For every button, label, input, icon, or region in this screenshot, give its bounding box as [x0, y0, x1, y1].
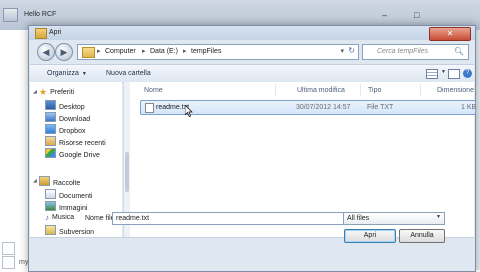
- breadcrumb-separator[interactable]: ▸: [183, 47, 187, 55]
- preview-pane-icon[interactable]: [448, 69, 460, 79]
- help-icon[interactable]: ?: [463, 69, 472, 78]
- command-toolbar: Organizza ▼ Nuova cartella ▼ ?: [30, 64, 474, 83]
- file-modified: 30/07/2012 14:57: [296, 104, 351, 111]
- maximize-button[interactable]: □: [414, 10, 419, 20]
- search-icon[interactable]: 🔍︎: [454, 47, 464, 56]
- dialog-titlebar[interactable]: Apri ✕: [29, 26, 475, 41]
- libraries-icon: [39, 176, 50, 186]
- breadcrumb-data-drive[interactable]: Data (E:): [150, 48, 178, 55]
- column-divider[interactable]: [420, 84, 421, 96]
- dropbox-icon: [45, 124, 56, 134]
- search-input[interactable]: Cerca tempFiles: [377, 48, 428, 55]
- app-icon: [3, 8, 18, 22]
- documents-icon: [45, 189, 56, 199]
- background-file-icon: [2, 242, 15, 255]
- column-divider[interactable]: [360, 84, 361, 96]
- expand-icon[interactable]: ◢: [33, 178, 37, 184]
- background-file-icon: [2, 256, 15, 269]
- recent-places-icon: [45, 136, 56, 146]
- nav-label: Download: [59, 116, 91, 123]
- forward-button[interactable]: ▶: [55, 43, 73, 61]
- expand-icon[interactable]: ◢: [33, 89, 37, 95]
- nav-label: Raccolte: [53, 180, 81, 187]
- column-header-type[interactable]: Tipo: [368, 87, 381, 94]
- search-box[interactable]: Cerca tempFiles 🔍︎: [362, 44, 469, 60]
- minimize-button[interactable]: –: [382, 10, 387, 20]
- file-type: File TXT: [367, 104, 394, 111]
- nav-favorites[interactable]: ★ Preferiti: [39, 87, 74, 98]
- nav-item-pictures[interactable]: Immagini: [45, 201, 87, 212]
- google-drive-icon: [45, 148, 56, 158]
- music-icon: ♪: [45, 213, 49, 222]
- nav-label: Google Drive: [59, 152, 100, 159]
- background-label: my: [19, 259, 29, 266]
- nav-item-documents[interactable]: Documenti: [45, 189, 92, 200]
- nav-label: Dropbox: [59, 128, 86, 135]
- nav-item-subversion[interactable]: Subversion: [45, 225, 94, 236]
- folder-icon: [82, 47, 95, 58]
- background-left-panel: [0, 30, 29, 270]
- filetype-value: All files: [347, 215, 370, 222]
- nav-libraries[interactable]: Raccolte: [39, 176, 80, 187]
- breadcrumb-separator[interactable]: ▸: [97, 47, 101, 55]
- address-bar[interactable]: ▸ Computer ▸ Data (E:) ▸ tempFiles ▾ ↻: [77, 44, 359, 60]
- column-header-size[interactable]: Dimensione: [437, 87, 474, 94]
- nav-item-desktop[interactable]: Desktop: [45, 100, 85, 111]
- refresh-icon[interactable]: ↻: [348, 46, 355, 55]
- background-window-title: Hello RCF: [24, 11, 57, 18]
- chevron-down-icon: ▼: [81, 71, 87, 77]
- organize-menu[interactable]: Organizza ▼: [47, 70, 87, 77]
- cancel-button[interactable]: Annulla: [399, 229, 445, 243]
- star-icon: ★: [39, 87, 48, 97]
- nav-label: Subversion: [59, 229, 95, 236]
- nav-item-download[interactable]: Download: [45, 112, 90, 123]
- download-icon: [45, 112, 56, 122]
- file-size: 1 KB: [461, 104, 477, 111]
- scrollbar-thumb[interactable]: [125, 152, 129, 192]
- folder-icon: [35, 28, 47, 39]
- navigation-pane: ◢ ★ Preferiti Desktop Download Dropbox Ri…: [30, 82, 122, 237]
- breadcrumb-computer[interactable]: Computer: [105, 48, 136, 55]
- column-header-name[interactable]: Nome: [144, 87, 163, 94]
- view-options-icon[interactable]: [426, 69, 438, 79]
- nav-label: Musica: [52, 214, 75, 221]
- organize-label: Organizza: [47, 70, 79, 77]
- chevron-down-icon[interactable]: ▼: [441, 69, 446, 75]
- back-button[interactable]: ◀: [37, 43, 55, 61]
- column-header-modified[interactable]: Ultima modifica: [297, 87, 345, 94]
- filetype-select[interactable]: All files ▼: [343, 212, 445, 225]
- nav-label: Risorse recenti: [59, 140, 106, 147]
- new-folder-button[interactable]: Nuova cartella: [106, 70, 151, 77]
- nav-item-music[interactable]: ♪ Musica: [45, 213, 74, 222]
- subversion-icon: [45, 225, 56, 235]
- desktop-icon: [45, 100, 56, 110]
- breadcrumb-tempfiles[interactable]: tempFiles: [191, 48, 221, 55]
- pictures-icon: [45, 201, 56, 211]
- dialog-title: Apri: [49, 29, 62, 36]
- text-file-icon: [145, 103, 154, 113]
- nav-item-google-drive[interactable]: Google Drive: [45, 148, 100, 159]
- close-button[interactable]: ✕: [429, 27, 471, 41]
- mouse-cursor-icon: [185, 105, 193, 117]
- open-button[interactable]: Apri: [344, 229, 396, 243]
- column-divider[interactable]: [275, 84, 276, 96]
- nav-item-dropbox[interactable]: Dropbox: [45, 124, 85, 135]
- nav-label: Preferiti: [50, 89, 75, 96]
- nav-item-recent[interactable]: Risorse recenti: [45, 136, 106, 147]
- filename-value[interactable]: readme.txt: [116, 215, 149, 222]
- chevron-down-icon: ▼: [436, 214, 441, 220]
- nav-label: Desktop: [59, 104, 85, 111]
- breadcrumb-separator[interactable]: ▸: [142, 47, 146, 55]
- chevron-down-icon[interactable]: ▾: [340, 47, 344, 55]
- nav-label: Documenti: [59, 193, 93, 200]
- filename-field[interactable]: readme.txt ▼: [112, 212, 369, 225]
- nav-label: Immagini: [59, 205, 88, 212]
